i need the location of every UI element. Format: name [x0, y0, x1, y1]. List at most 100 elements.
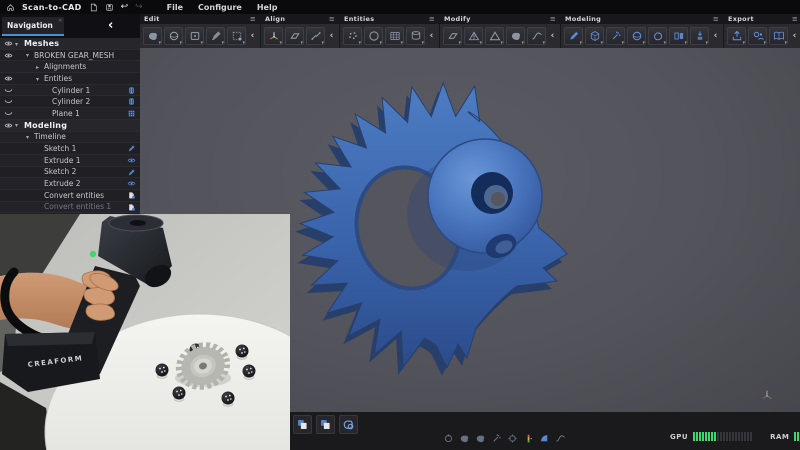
- datum-tool-button[interactable]: ▾: [585, 27, 604, 45]
- auto-segment-tool-button[interactable]: ▾: [606, 27, 625, 45]
- dropdown-caret-icon[interactable]: ▾: [542, 40, 545, 46]
- expand-caret-icon[interactable]: ▾: [15, 122, 18, 129]
- tree-row-convert-entities[interactable]: Convert entities: [0, 190, 140, 202]
- dropdown-caret-icon[interactable]: ▾: [179, 40, 182, 46]
- section-menu-icon[interactable]: ≡: [429, 15, 435, 23]
- select-box-tool-button[interactable]: ▾: [185, 27, 204, 45]
- section-menu-icon[interactable]: ≡: [250, 15, 256, 23]
- dropdown-caret-icon[interactable]: ▾: [321, 40, 324, 46]
- detect-plane-tool-button[interactable]: ▾: [385, 27, 404, 45]
- visibility-eye-icon[interactable]: [4, 40, 13, 47]
- menu-file[interactable]: File: [163, 3, 187, 12]
- dock-icon[interactable]: «: [58, 17, 62, 24]
- fit-primitive-tool-button[interactable]: ▾: [627, 27, 646, 45]
- smooth-tool-button[interactable]: ▾: [506, 27, 525, 45]
- dropdown-caret-icon[interactable]: ▾: [479, 40, 482, 46]
- visibility-eye-icon[interactable]: [4, 75, 13, 82]
- section-overflow-button[interactable]: ‹: [248, 31, 257, 41]
- dropdown-caret-icon[interactable]: ▾: [221, 40, 224, 46]
- transfer-cad-tool-button[interactable]: ▾: [748, 27, 767, 45]
- dropdown-caret-icon[interactable]: ▾: [521, 40, 524, 46]
- detect-cylinder-tool-button[interactable]: ▾: [406, 27, 425, 45]
- dropdown-caret-icon[interactable]: ▾: [579, 40, 582, 46]
- mesh-shaded-icon[interactable]: [459, 429, 470, 448]
- dropdown-caret-icon[interactable]: ▾: [379, 40, 382, 46]
- cut-plane-tool-button[interactable]: ▾: [443, 27, 462, 45]
- split-body-tool-button[interactable]: ▾: [669, 27, 688, 45]
- tree-row-meshes[interactable]: ▾Meshes: [0, 38, 140, 50]
- boundary-loop-tool-button[interactable]: ▾: [648, 27, 667, 45]
- remesh-tool-button[interactable]: ▾: [464, 27, 483, 45]
- dropdown-caret-icon[interactable]: ▾: [705, 40, 708, 46]
- catalog-tool-button[interactable]: ▾: [769, 27, 788, 45]
- home-icon[interactable]: [6, 3, 15, 12]
- colormap-icon[interactable]: [523, 429, 534, 448]
- export-tool-button[interactable]: ▾: [727, 27, 746, 45]
- section-overflow-button[interactable]: ‹: [427, 31, 436, 41]
- dropdown-caret-icon[interactable]: ▾: [158, 40, 161, 46]
- mesh-points-icon[interactable]: [491, 429, 502, 448]
- collapse-panel-icon[interactable]: ‹: [108, 17, 113, 35]
- tree-row-broken-gear-mesh[interactable]: ▾BROKEN GEAR_MESH: [0, 50, 140, 62]
- 3d-model-broken-gear[interactable]: [295, 56, 625, 386]
- section-menu-icon[interactable]: ≡: [329, 15, 335, 23]
- sketch-tool-button[interactable]: ▾: [564, 27, 583, 45]
- dropdown-caret-icon[interactable]: ▾: [684, 40, 687, 46]
- dropdown-caret-icon[interactable]: ▾: [621, 40, 624, 46]
- dropdown-caret-icon[interactable]: ▾: [663, 40, 666, 46]
- copy-view-button[interactable]: [293, 415, 312, 434]
- detect-points-tool-button[interactable]: ▾: [343, 27, 362, 45]
- tree-row-extrude-2[interactable]: Extrude 2: [0, 178, 140, 190]
- tree-row-sketch-1[interactable]: Sketch 1: [0, 143, 140, 155]
- new-document-icon[interactable]: [89, 3, 98, 12]
- menu-help[interactable]: Help: [253, 3, 282, 12]
- dropdown-caret-icon[interactable]: ▾: [200, 40, 203, 46]
- solid-view-icon[interactable]: [539, 429, 550, 448]
- select-tool-button[interactable]: ▾: [143, 27, 162, 45]
- paste-view-button[interactable]: [316, 415, 335, 434]
- extrude-tool-button[interactable]: ▾: [690, 27, 709, 45]
- dropdown-caret-icon[interactable]: ▾: [400, 40, 403, 46]
- visibility-eye-icon[interactable]: [4, 52, 13, 59]
- target-icon[interactable]: [507, 429, 518, 448]
- expand-caret-icon[interactable]: ▸: [36, 64, 39, 71]
- dropdown-caret-icon[interactable]: ▾: [600, 40, 603, 46]
- mesh-smooth-icon[interactable]: [475, 429, 486, 448]
- save-icon[interactable]: [105, 3, 114, 12]
- snapshot-region-button[interactable]: [339, 415, 358, 434]
- section-menu-icon[interactable]: ≡: [713, 15, 719, 23]
- dropdown-caret-icon[interactable]: ▾: [300, 40, 303, 46]
- dropdown-caret-icon[interactable]: ▾: [458, 40, 461, 46]
- section-overflow-button[interactable]: ‹: [327, 31, 336, 41]
- dropdown-caret-icon[interactable]: ▾: [642, 40, 645, 46]
- curve-fit-tool-button[interactable]: ▾: [527, 27, 546, 45]
- expand-caret-icon[interactable]: ▾: [15, 41, 18, 48]
- tree-row-plane-1[interactable]: Plane 1: [0, 108, 140, 120]
- dropdown-caret-icon[interactable]: ▾: [784, 40, 787, 46]
- dropdown-caret-icon[interactable]: ▾: [242, 40, 245, 46]
- orientation-triad-icon[interactable]: [760, 388, 774, 402]
- section-overflow-button[interactable]: ‹: [548, 31, 557, 41]
- menu-configure[interactable]: Configure: [194, 3, 246, 12]
- expand-caret-icon[interactable]: ▾: [26, 52, 29, 59]
- align-origin-tool-button[interactable]: ▾: [264, 27, 283, 45]
- undo-icon[interactable]: ↩: [121, 3, 129, 12]
- section-menu-icon[interactable]: ≡: [550, 15, 556, 23]
- visibility-eye-icon[interactable]: [4, 122, 13, 129]
- dropdown-caret-icon[interactable]: ▾: [358, 40, 361, 46]
- tree-row-extrude-1[interactable]: Extrude 1: [0, 155, 140, 167]
- tree-row-convert-entities-1[interactable]: Convert entities 1: [0, 202, 140, 214]
- expand-caret-icon[interactable]: ▾: [26, 134, 29, 141]
- tree-row-cylinder-1[interactable]: Cylinder 1: [0, 85, 140, 97]
- orbit-mode-icon[interactable]: [443, 429, 454, 448]
- tree-row-entities[interactable]: ▾Entities: [0, 73, 140, 85]
- align-plane-tool-button[interactable]: ▾: [285, 27, 304, 45]
- clean-mesh-tool-button[interactable]: ▾: [206, 27, 225, 45]
- align-points-tool-button[interactable]: ▾: [306, 27, 325, 45]
- tab-navigation[interactable]: Navigation «: [2, 17, 64, 36]
- dropdown-caret-icon[interactable]: ▾: [279, 40, 282, 46]
- section-overflow-button[interactable]: ‹: [711, 31, 720, 41]
- tree-row-modeling[interactable]: ▾Modeling: [0, 120, 140, 132]
- tree-row-timeline[interactable]: ▾Timeline: [0, 132, 140, 144]
- expand-caret-icon[interactable]: ▾: [36, 76, 39, 83]
